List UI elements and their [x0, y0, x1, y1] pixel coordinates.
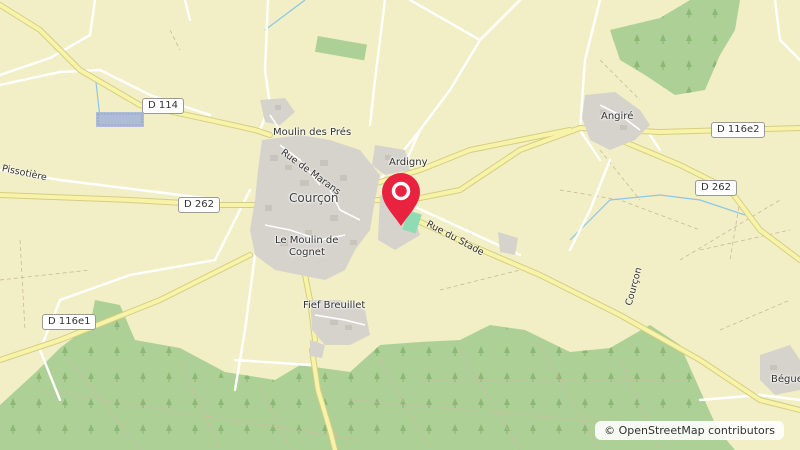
road-shield-d116e2: D 116e2: [711, 122, 766, 138]
place-label-begue: Bégue: [771, 374, 800, 385]
road-shield-d262-east: D 262: [695, 180, 737, 196]
copyright-symbol: ©: [604, 424, 616, 437]
road-shield-d114: D 114: [142, 98, 184, 114]
road-shield-d116e1: D 116e1: [42, 314, 97, 330]
map-view[interactable]: Moulin des Prés Ardigny Angiré Courçon L…: [0, 0, 800, 450]
map-pin-icon[interactable]: [379, 170, 423, 228]
place-label-fief-breuillet: Fief Breuillet: [303, 300, 366, 311]
woodland-patch: [208, 378, 243, 398]
place-label-moulin-des-pres: Moulin des Prés: [273, 127, 352, 138]
place-label-moulin-de-cognet-line2: Cognet: [289, 247, 325, 258]
place-label-ardigny: Ardigny: [389, 157, 428, 168]
place-label-angire: Angiré: [601, 111, 634, 122]
road-shield-d262-west: D 262: [178, 197, 220, 213]
attribution-box: © OpenStreetMap contributors: [595, 421, 784, 440]
place-label-moulin-de-cognet-line1: Le Moulin de: [275, 235, 339, 246]
attribution-link[interactable]: OpenStreetMap contributors: [619, 424, 775, 437]
